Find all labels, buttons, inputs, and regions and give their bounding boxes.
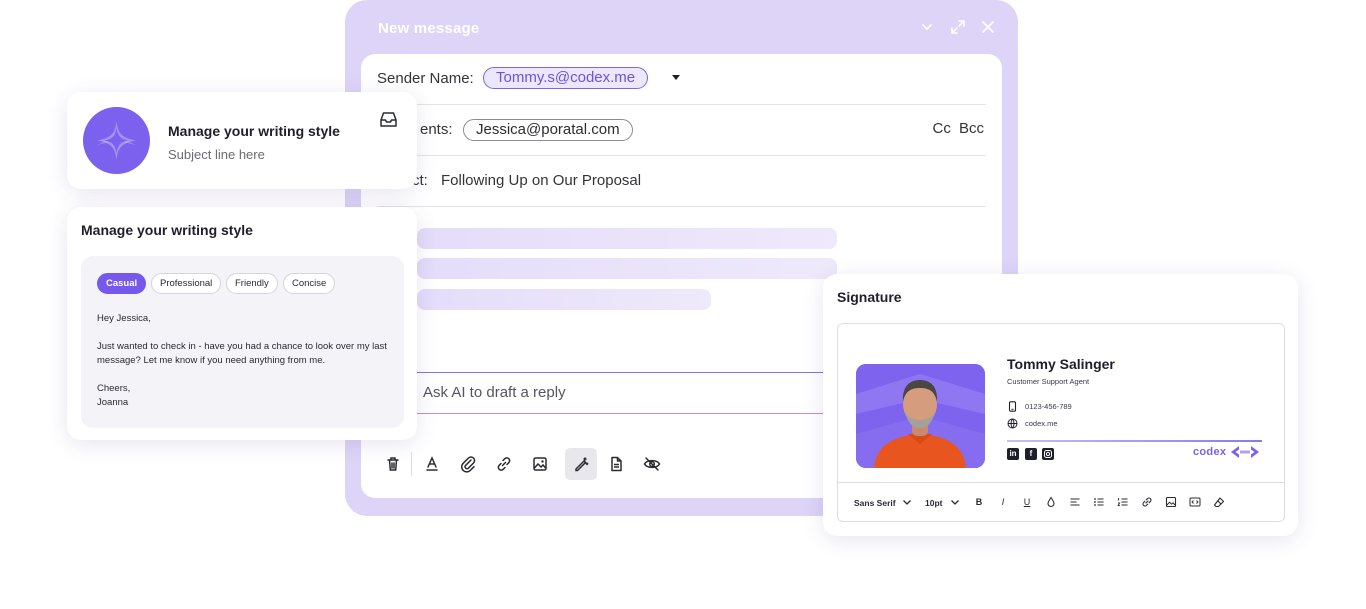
signature-panel: Signature Tommy Salinger Customer Suppor…	[823, 274, 1298, 536]
draft-body: Just wanted to check in - have you had a…	[97, 341, 387, 366]
avatar	[856, 364, 985, 468]
toolbar-divider	[411, 452, 412, 476]
subject-row: ct: Following Up on Our Proposal	[377, 156, 986, 207]
signature-title: Signature	[837, 289, 902, 305]
instagram-glyph	[1044, 450, 1052, 458]
facebook-icon[interactable]: f	[1025, 448, 1037, 460]
eraser-icon[interactable]	[1213, 496, 1225, 508]
underline-button[interactable]: U	[1021, 496, 1033, 508]
notification-subtitle: Subject line here	[168, 147, 265, 162]
brand-name: codex	[1193, 446, 1227, 458]
draft-greeting: Hey Jessica,	[97, 313, 151, 324]
compose-title: New message	[378, 20, 480, 37]
chevron-down-icon[interactable]	[949, 496, 961, 508]
link-icon[interactable]	[493, 453, 515, 475]
numbered-list-icon[interactable]	[1117, 496, 1129, 508]
expand-icon[interactable]	[949, 18, 967, 36]
tone-chip-friendly[interactable]: Friendly	[226, 273, 278, 294]
writing-style-notification[interactable]: Manage your writing style Subject line h…	[67, 92, 417, 189]
canvas: New message Sender Name: Tommy.s@codex.m…	[0, 0, 1366, 609]
bold-button[interactable]: B	[973, 496, 985, 508]
text-color-icon[interactable]	[421, 453, 443, 475]
sender-dropdown-icon[interactable]	[672, 75, 680, 80]
draft-closing: Cheers,	[97, 383, 131, 394]
ask-ai-input[interactable]: Ask AI to draft a reply	[409, 372, 879, 414]
instagram-icon[interactable]	[1042, 448, 1054, 460]
phone-icon	[1008, 401, 1017, 412]
sender-row: Sender Name: Tommy.s@codex.me	[377, 54, 986, 105]
recipient-chip[interactable]: Jessica@poratal.com	[463, 119, 633, 141]
magic-pen-icon	[575, 457, 589, 472]
draft-placeholder-line	[417, 228, 837, 249]
trash-icon[interactable]	[382, 453, 404, 475]
signature-editor[interactable]: Tommy Salinger Customer Support Agent 01…	[837, 323, 1285, 522]
font-family-select[interactable]: Sans Serif	[854, 498, 896, 508]
ask-ai-placeholder: Ask AI to draft a reply	[423, 384, 566, 401]
image-icon[interactable]	[1165, 496, 1177, 508]
subject-input[interactable]: Following Up on Our Proposal	[441, 172, 641, 189]
website-text: codex.me	[1025, 419, 1058, 428]
link-icon[interactable]	[1141, 496, 1153, 508]
recipients-row: ents: Jessica@poratal.com Cc Bcc	[377, 105, 986, 156]
close-icon[interactable]	[979, 18, 997, 36]
tone-chip-casual[interactable]: Casual	[97, 273, 147, 294]
panel-title: Manage your writing style	[81, 222, 253, 238]
codex-logo-icon	[1231, 446, 1259, 458]
attachment-icon[interactable]	[457, 453, 479, 475]
phone-text: 0123-456-789	[1025, 402, 1072, 411]
writing-style-panel: Manage your writing style Casual Profess…	[67, 207, 417, 440]
align-left-icon[interactable]	[1069, 496, 1081, 508]
italic-button[interactable]: I	[997, 496, 1009, 508]
draft-placeholder-line	[417, 289, 711, 310]
code-block-icon[interactable]	[1189, 496, 1201, 508]
signature-toolbar: Sans Serif 10pt B I U	[838, 482, 1284, 521]
tone-chip-professional[interactable]: Professional	[151, 273, 222, 294]
notification-title: Manage your writing style	[168, 123, 340, 139]
font-size-select[interactable]: 10pt	[925, 498, 942, 508]
draft-name: Joanna	[97, 397, 129, 408]
signature-divider	[1007, 440, 1262, 442]
hide-eye-icon[interactable]	[641, 453, 663, 475]
sender-chip[interactable]: Tommy.s@codex.me	[483, 67, 649, 89]
draft-placeholder-line	[417, 258, 837, 279]
cc-bcc-toggle[interactable]: Cc Bcc	[932, 120, 984, 137]
signature-role: Customer Support Agent	[1007, 377, 1090, 386]
tone-chip-concise[interactable]: Concise	[283, 273, 336, 294]
fill-color-icon[interactable]	[1045, 496, 1057, 508]
sender-label: Sender Name:	[377, 70, 474, 87]
minimize-icon[interactable]	[918, 18, 936, 36]
profile-photo	[856, 364, 985, 468]
linkedin-icon[interactable]: in	[1007, 448, 1019, 460]
sparkle-icon	[97, 121, 136, 160]
sparkle-logo	[83, 107, 150, 174]
image-icon[interactable]	[529, 453, 551, 475]
signature-name: Tommy Salinger	[1007, 356, 1115, 372]
chevron-down-icon[interactable]	[901, 496, 913, 508]
bullet-list-icon[interactable]	[1093, 496, 1105, 508]
document-icon[interactable]	[605, 453, 627, 475]
recipients-label: ents:	[420, 121, 453, 138]
ai-magic-pen-button[interactable]	[565, 448, 597, 480]
inbox-icon[interactable]	[379, 111, 398, 128]
draft-preview: Casual Professional Friendly Concise Hey…	[81, 256, 404, 428]
globe-icon	[1007, 418, 1018, 429]
